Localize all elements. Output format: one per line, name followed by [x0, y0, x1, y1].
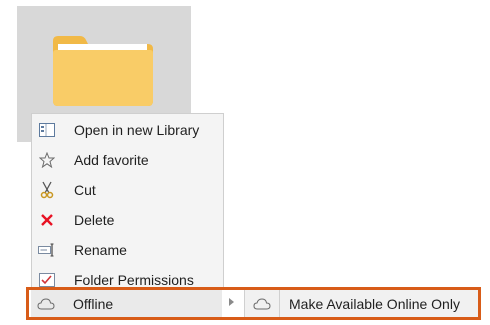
star-outline-icon	[32, 145, 62, 175]
menu-item-cut[interactable]: Cut	[32, 175, 223, 205]
menu-item-label: Delete	[74, 212, 115, 228]
menu-item-label: Folder Permissions	[74, 272, 194, 288]
menu-item-label: Rename	[74, 242, 127, 258]
menu-item-add-favorite[interactable]: Add favorite	[32, 145, 223, 175]
highlight-box	[26, 287, 481, 320]
menu-item-label: Add favorite	[74, 152, 149, 168]
rename-icon	[32, 235, 62, 265]
menu-item-label: Open in new Library	[74, 122, 200, 138]
menu-item-open-in-new-library[interactable]: Open in new Library	[32, 115, 223, 145]
folder-icon[interactable]	[52, 33, 154, 107]
scissors-icon	[32, 175, 62, 205]
menu-item-label: Cut	[74, 182, 96, 198]
open-library-icon	[32, 115, 62, 145]
red-x-icon	[32, 205, 62, 235]
context-menu: Open in new Library Add favorite Cut Del…	[31, 113, 224, 289]
menu-item-delete[interactable]: Delete	[32, 205, 223, 235]
menu-item-rename[interactable]: Rename	[32, 235, 223, 265]
